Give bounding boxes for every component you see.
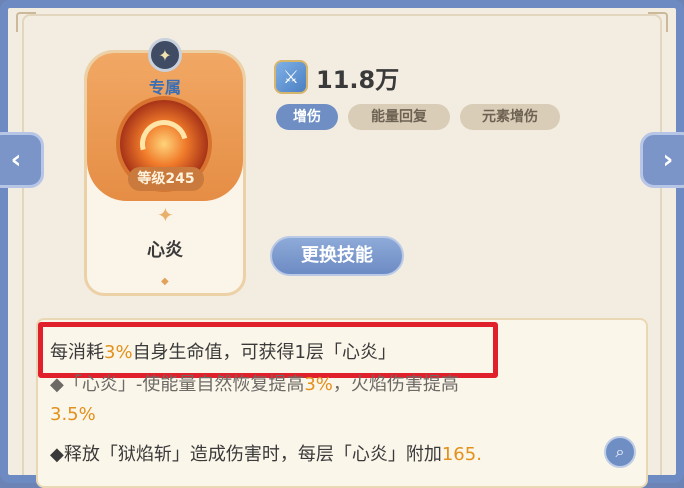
- magnifier-icon[interactable]: ⌕: [604, 436, 636, 468]
- description-line: ◆「心炎」-使能量自然恢复提高3%，火焰伤害提高: [50, 370, 459, 396]
- corner-ornament: [648, 12, 668, 32]
- exclusive-label: 专属: [148, 78, 181, 97]
- skill-name: 心炎: [147, 240, 183, 261]
- chevron-left-icon: ‹: [10, 145, 22, 175]
- change-skill-button[interactable]: 更换技能: [270, 236, 404, 276]
- sword-shield-icon: ⚔: [274, 60, 308, 94]
- chevron-right-icon: ›: [662, 145, 674, 175]
- text: ，火焰伤害提高: [332, 374, 459, 395]
- exclusive-star-icon: ✦: [148, 38, 182, 72]
- sparkle-icon: ✦: [157, 203, 174, 227]
- prev-skill-button[interactable]: ‹: [0, 132, 44, 188]
- text: ◆释放「狱焰斩」造成伤害时，每层「心炎」附加: [50, 444, 442, 465]
- next-skill-button[interactable]: ›: [640, 132, 684, 188]
- card-ornament: ◆: [161, 276, 169, 287]
- highlight-number: 3.5%: [50, 404, 96, 425]
- skill-level-badge: 等级245: [128, 167, 204, 191]
- tag-element-boost: 元素增伤: [460, 104, 560, 130]
- description-line: 3.5%: [50, 404, 96, 425]
- tag-damage-boost: 增伤: [276, 104, 338, 130]
- power-value: 11.8万: [316, 66, 400, 94]
- tag-energy-regen: 能量回复: [348, 104, 450, 130]
- description-line: ◆释放「狱焰斩」造成伤害时，每层「心炎」附加165.: [50, 440, 482, 466]
- text: ◆「心炎」-使能量自然恢复提高: [50, 374, 305, 395]
- highlight-number: 165.: [441, 444, 482, 465]
- highlight-number: 3%: [304, 374, 333, 395]
- corner-ornament: [16, 12, 36, 32]
